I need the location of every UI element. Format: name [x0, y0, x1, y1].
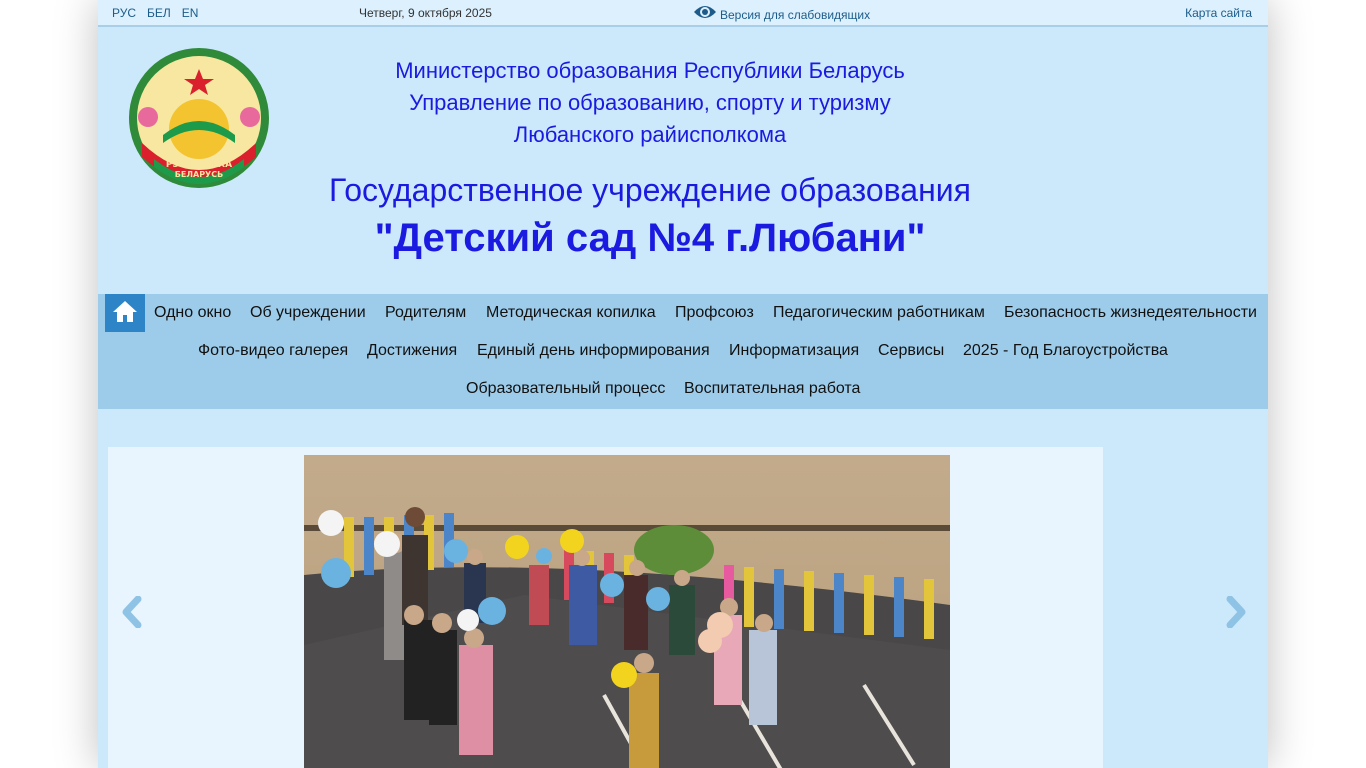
- image-slider: [108, 447, 1103, 768]
- nav-item-methodical[interactable]: Методическая копилка: [486, 304, 656, 322]
- emblem-text-top: РЭСПУБЛІКА: [166, 160, 232, 170]
- top-bar: РУС БЕЛ EN Четверг, 9 октября 2025 Верси…: [98, 0, 1268, 27]
- nav-item-info-day[interactable]: Единый день информирования: [477, 342, 710, 360]
- district-title: Любанского райисполкома: [513, 122, 787, 147]
- nav-item-education-process[interactable]: Образовательный процесс: [466, 380, 665, 398]
- nav-row-1: Одно окно Об учреждении Родителям Методи…: [98, 294, 1268, 332]
- nav-item-services[interactable]: Сервисы: [878, 342, 944, 360]
- nav-item-parents[interactable]: Родителям: [385, 304, 466, 322]
- slider-next-button[interactable]: [1224, 595, 1248, 633]
- eye-icon: [693, 3, 717, 24]
- nav-item-union[interactable]: Профсоюз: [675, 304, 754, 322]
- institution-name-title: "Детский сад №4 г.Любани": [374, 216, 926, 260]
- page-container: РУС БЕЛ EN Четверг, 9 октября 2025 Верси…: [98, 0, 1268, 768]
- institution-type-title: Государственное учреждение образования: [329, 172, 971, 208]
- ministry-title: Министерство образования Республики Бела…: [395, 58, 905, 83]
- lang-ru-link[interactable]: РУС: [112, 6, 136, 20]
- lang-en-link[interactable]: EN: [182, 6, 199, 20]
- nav-item-one-window[interactable]: Одно окно: [154, 304, 231, 322]
- department-title: Управление по образованию, спорту и тури…: [409, 90, 891, 115]
- low-vision-label: Версия для слабовидящих: [720, 8, 871, 22]
- lang-be-link[interactable]: БЕЛ: [147, 6, 171, 20]
- nav-item-upbringing[interactable]: Воспитательная работа: [684, 380, 860, 398]
- nav-row-3: Образовательный процесс Воспитательная р…: [98, 370, 1268, 408]
- nav-item-informatization[interactable]: Информатизация: [729, 342, 859, 360]
- nav-item-about[interactable]: Об учреждении: [250, 304, 366, 322]
- nav-item-teachers[interactable]: Педагогическим работникам: [773, 304, 985, 322]
- nav-item-gallery[interactable]: Фото-видео галерея: [198, 342, 348, 360]
- slider-prev-button[interactable]: [120, 595, 144, 633]
- chevron-left-icon: [120, 595, 144, 632]
- main-navigation: Одно окно Об учреждении Родителям Методи…: [98, 294, 1268, 409]
- slider-photo[interactable]: [304, 455, 950, 768]
- nav-row-2: Фото-видео галерея Достижения Единый ден…: [98, 332, 1268, 370]
- sitemap-link[interactable]: Карта сайта: [1185, 6, 1252, 20]
- nav-item-safety[interactable]: Безопасность жизнедеятельности: [1004, 304, 1257, 322]
- chevron-right-icon: [1224, 595, 1248, 632]
- nav-item-achievements[interactable]: Достижения: [367, 342, 457, 360]
- low-vision-link[interactable]: Версия для слабовидящих: [693, 3, 870, 24]
- language-switcher: РУС БЕЛ EN: [112, 6, 198, 20]
- current-date: Четверг, 9 октября 2025: [359, 6, 492, 20]
- nav-item-year-2025[interactable]: 2025 - Год Благоустройства: [963, 342, 1168, 360]
